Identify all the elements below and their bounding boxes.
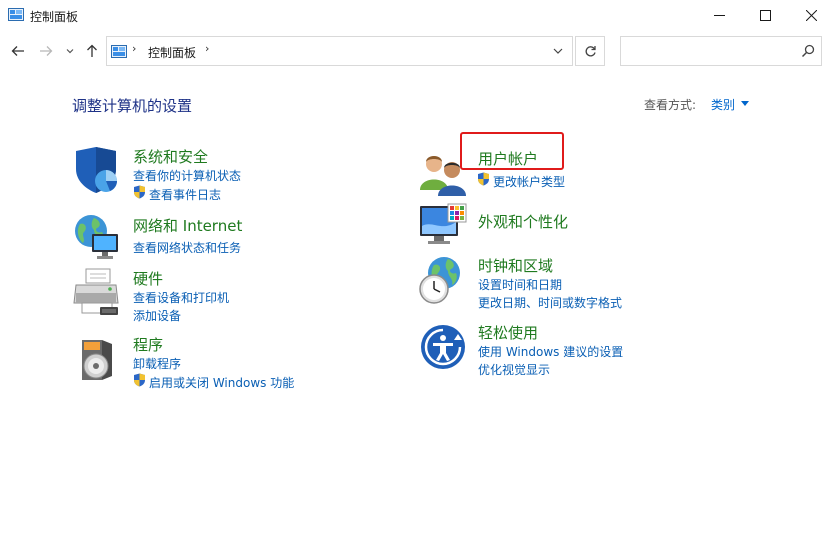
link-add-device[interactable]: 添加设备 xyxy=(133,307,181,324)
uac-shield-icon xyxy=(478,172,489,186)
category-title[interactable]: 网络和 Internet xyxy=(133,215,242,236)
view-by-dropdown[interactable]: 类别 xyxy=(711,96,735,113)
category-title[interactable]: 硬件 xyxy=(133,268,163,289)
window-title: 控制面板 xyxy=(30,10,79,24)
refresh-icon xyxy=(585,45,596,56)
maximize-icon xyxy=(759,9,771,21)
category-system-security: 系统和安全 查看你的计算机状态 查看事件日志 xyxy=(72,145,372,205)
address-bar[interactable]: › 控制面板 › xyxy=(106,36,573,66)
network-globe-icon xyxy=(75,215,118,259)
programs-disc-icon xyxy=(82,340,112,380)
category-title[interactable]: 外观和个性化 xyxy=(478,211,568,232)
control-panel-location-icon xyxy=(111,45,127,58)
forward-button[interactable] xyxy=(37,42,55,60)
category-programs: 程序 卸载程序 启用或关闭 Windows 功能 xyxy=(72,334,372,391)
link-windows-features[interactable]: 启用或关闭 Windows 功能 xyxy=(149,374,294,391)
refresh-button[interactable] xyxy=(575,36,605,66)
chevron-down-icon[interactable] xyxy=(552,45,564,57)
category-hardware: 硬件 查看设备和打印机 添加设备 xyxy=(72,267,372,324)
link-view-computer-status[interactable]: 查看你的计算机状态 xyxy=(133,167,241,184)
navigation-bar: › 控制面板 › xyxy=(0,34,834,68)
category-title[interactable]: 时钟和区域 xyxy=(478,255,553,276)
control-panel-icon xyxy=(8,8,24,21)
caret-down-icon[interactable] xyxy=(741,101,749,106)
link-view-event-logs[interactable]: 查看事件日志 xyxy=(149,186,221,203)
clock-globe-icon xyxy=(419,257,460,304)
chevron-down-icon xyxy=(66,49,74,54)
link-set-time-date[interactable]: 设置时间和日期 xyxy=(478,276,562,293)
maximize-button[interactable] xyxy=(742,0,788,30)
category-title[interactable]: 程序 xyxy=(133,334,163,355)
uac-shield-icon xyxy=(134,185,145,199)
search-box[interactable] xyxy=(620,36,822,66)
ease-of-access-icon xyxy=(421,325,465,369)
link-optimize-visual-display[interactable]: 优化视觉显示 xyxy=(478,361,550,378)
page-title: 调整计算机的设置 xyxy=(72,97,193,115)
close-icon xyxy=(805,9,817,21)
breadcrumb-control-panel[interactable]: 控制面板 xyxy=(148,44,196,61)
link-change-date-format[interactable]: 更改日期、时间或数字格式 xyxy=(478,294,622,311)
minimize-button[interactable] xyxy=(696,0,742,30)
shield-security-icon xyxy=(76,147,117,193)
search-icon[interactable] xyxy=(801,44,815,58)
close-button[interactable] xyxy=(788,0,834,30)
highlight-box xyxy=(460,132,564,170)
back-button[interactable] xyxy=(9,42,27,60)
arrow-left-icon xyxy=(11,46,24,56)
link-view-network-status[interactable]: 查看网络状态和任务 xyxy=(133,239,241,256)
category-appearance: 外观和个性化 xyxy=(418,202,718,252)
breadcrumb-separator[interactable]: › xyxy=(205,42,209,55)
minimize-icon xyxy=(713,14,725,16)
up-button[interactable] xyxy=(83,42,101,60)
link-uninstall-program[interactable]: 卸载程序 xyxy=(133,355,181,372)
recent-locations-button[interactable] xyxy=(63,42,77,60)
printer-hardware-icon xyxy=(73,268,119,315)
arrow-right-icon xyxy=(40,46,53,56)
category-title[interactable]: 轻松使用 xyxy=(478,322,538,343)
view-by-label: 查看方式: xyxy=(644,98,697,112)
link-change-account-type[interactable]: 更改帐户类型 xyxy=(493,173,565,190)
category-title[interactable]: 系统和安全 xyxy=(133,146,208,167)
arrow-up-icon xyxy=(87,44,97,57)
appearance-monitor-icon xyxy=(420,203,467,244)
category-clock-region: 时钟和区域 设置时间和日期 更改日期、时间或数字格式 xyxy=(418,255,718,310)
category-network-internet: 网络和 Internet 查看网络状态和任务 xyxy=(72,212,372,262)
uac-shield-icon xyxy=(134,373,145,387)
category-ease-of-access: 轻松使用 使用 Windows 建议的设置 优化视觉显示 xyxy=(418,322,718,377)
link-recommended-settings[interactable]: 使用 Windows 建议的设置 xyxy=(478,343,623,360)
search-input[interactable] xyxy=(625,42,795,60)
breadcrumb-separator[interactable]: › xyxy=(132,42,136,55)
title-bar: 控制面板 xyxy=(0,0,834,32)
link-view-devices-printers[interactable]: 查看设备和打印机 xyxy=(133,289,229,306)
